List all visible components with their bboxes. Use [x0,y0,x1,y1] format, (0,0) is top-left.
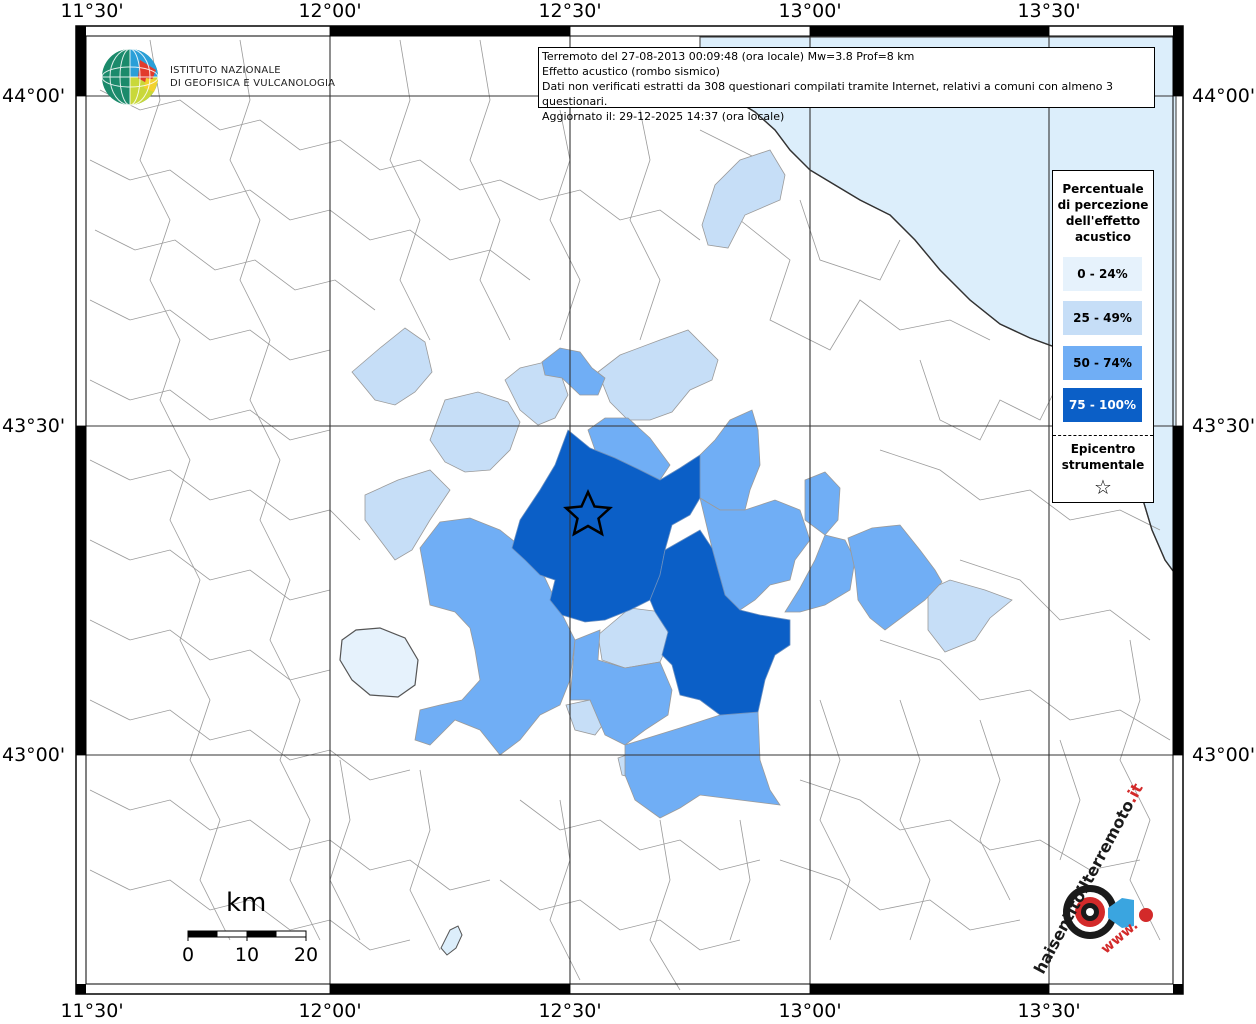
legend-item-75-100: 75 - 100% [1063,388,1142,422]
legend-epicenter-line-2: strumentale [1061,458,1145,472]
lon-tick-top-3: 12°30' [538,0,602,22]
map-canvas [75,25,1184,995]
lon-tick-bottom-4: 13°00' [778,1000,842,1022]
legend-title-line-1: Percentuale [1062,182,1144,196]
ingv-logo-text: ISTITUTO NAZIONALE DI GEOFISICA E VULCAN… [170,64,335,90]
legend-item-50-74: 50 - 74% [1063,346,1142,380]
lat-tick-right-3: 43°00' [1192,744,1256,766]
scale-label-0: 0 [181,944,195,966]
lat-tick-left-2: 43°30' [2,415,66,437]
legend-title-line-4: acustico [1074,230,1132,244]
event-info-line-3: Dati non verificati estratti da 308 ques… [542,80,1114,108]
lon-tick-top-2: 12°00' [298,0,362,22]
legend-separator [1053,435,1153,436]
legend-star-icon: ☆ [1094,475,1112,499]
lon-tick-bottom-5: 13°30' [1017,1000,1081,1022]
lon-tick-bottom-2: 12°00' [298,1000,362,1022]
legend: Percentuale di percezione dell'effetto a… [1052,170,1154,503]
lat-tick-right-1: 44°00' [1192,85,1256,107]
legend-title: Percentuale di percezione dell'effetto a… [1053,181,1153,245]
ingv-line-1: ISTITUTO NAZIONALE [170,65,281,76]
legend-epicenter-label: Epicentro strumentale [1053,441,1153,473]
scale-label-20: 20 [293,944,319,966]
ingv-logo-icon [101,48,159,106]
lon-tick-top-4: 13°00' [778,0,842,22]
scale-label-10: 10 [234,944,260,966]
lon-tick-bottom-3: 12°30' [538,1000,602,1022]
lon-tick-top-1: 11°30' [60,0,124,22]
event-info-line-4: Aggiornato il: 29-12-2025 14:37 (ora loc… [542,110,785,123]
legend-title-line-2: di percezione [1057,198,1149,212]
ingv-line-2: DI GEOFISICA E VULCANOLOGIA [170,78,336,89]
lat-tick-left-1: 44°00' [2,85,66,107]
lat-tick-left-3: 43°00' [2,744,66,766]
event-info-line-1: Terremoto del 27-08-2013 00:09:48 (ora l… [542,50,915,63]
scale-title: km [226,888,267,918]
legend-epicenter-line-1: Epicentro [1070,442,1136,456]
legend-title-line-3: dell'effetto [1065,214,1141,228]
legend-item-25-49: 25 - 49% [1063,301,1142,335]
lat-tick-right-2: 43°30' [1192,415,1256,437]
lon-tick-top-5: 13°30' [1017,0,1081,22]
legend-item-0-24: 0 - 24% [1063,257,1142,291]
event-info-box: Terremoto del 27-08-2013 00:09:48 (ora l… [538,47,1155,123]
lon-tick-bottom-1: 11°30' [60,1000,124,1022]
event-info-line-2: Effetto acustico (rombo sismico) [542,65,720,78]
